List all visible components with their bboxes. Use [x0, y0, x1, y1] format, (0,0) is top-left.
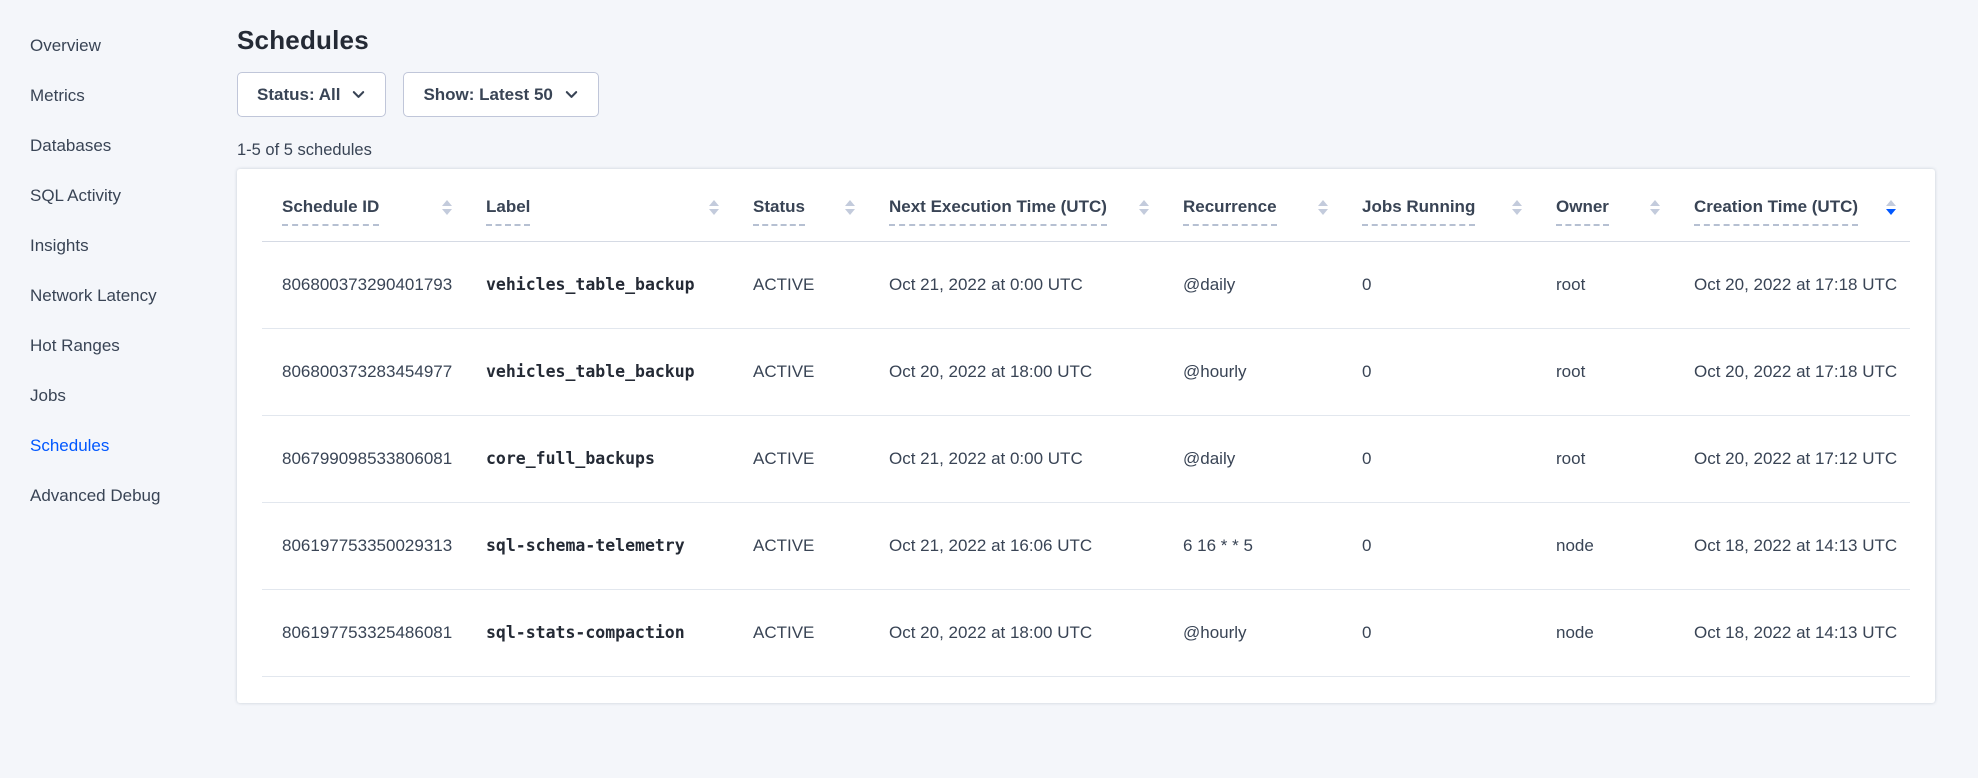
sidebar-item-sql-activity[interactable]: SQL Activity	[0, 171, 237, 221]
sidebar-item-overview[interactable]: Overview	[0, 21, 237, 71]
owner-cell: root	[1536, 241, 1674, 328]
column-header-next-execution-time[interactable]: Next Execution Time (UTC)	[869, 169, 1163, 241]
sidebar-item-advanced-debug[interactable]: Advanced Debug	[0, 471, 237, 521]
sidebar-item-schedules[interactable]: Schedules	[0, 421, 237, 471]
next-execution-cell: Oct 20, 2022 at 18:00 UTC	[869, 589, 1163, 676]
sidebar: Overview Metrics Databases SQL Activity …	[0, 0, 237, 778]
schedule-id-cell: 806799098533806081	[262, 415, 466, 502]
filter-bar: Status: All Show: Latest 50	[237, 72, 1933, 117]
show-filter-label: Show: Latest 50	[423, 85, 552, 105]
column-label: Owner	[1556, 197, 1609, 226]
creation-time-cell: Oct 20, 2022 at 17:18 UTC	[1674, 328, 1910, 415]
schedule-label-cell: vehicles_table_backup	[466, 328, 733, 415]
status-filter-label: Status: All	[257, 85, 340, 105]
show-filter-dropdown[interactable]: Show: Latest 50	[403, 72, 598, 117]
recurrence-cell: 6 16 * * 5	[1163, 502, 1342, 589]
sort-icon-descending	[1886, 200, 1896, 215]
main-content: Schedules Status: All Show: Latest 50 1-…	[237, 0, 1978, 778]
owner-cell: root	[1536, 415, 1674, 502]
table-row: 806197753350029313 sql-schema-telemetry …	[262, 502, 1910, 589]
recurrence-cell: @daily	[1163, 241, 1342, 328]
creation-time-cell: Oct 20, 2022 at 17:12 UTC	[1674, 415, 1910, 502]
table-header-row: Schedule ID Label Status Next Execution …	[262, 169, 1910, 241]
column-label: Status	[753, 197, 805, 226]
sidebar-item-insights[interactable]: Insights	[0, 221, 237, 271]
column-label: Label	[486, 197, 530, 226]
sort-icon	[845, 200, 855, 215]
sidebar-item-jobs[interactable]: Jobs	[0, 371, 237, 421]
sort-icon	[1512, 200, 1522, 215]
column-label: Next Execution Time (UTC)	[889, 197, 1107, 226]
recurrence-cell: @hourly	[1163, 328, 1342, 415]
status-cell: ACTIVE	[733, 502, 869, 589]
chevron-down-icon	[564, 87, 579, 102]
next-execution-cell: Oct 21, 2022 at 16:06 UTC	[869, 502, 1163, 589]
jobs-running-cell: 0	[1342, 589, 1536, 676]
sort-icon	[1318, 200, 1328, 215]
page-title: Schedules	[237, 25, 1933, 56]
sidebar-item-network-latency[interactable]: Network Latency	[0, 271, 237, 321]
column-header-recurrence[interactable]: Recurrence	[1163, 169, 1342, 241]
creation-time-cell: Oct 20, 2022 at 17:18 UTC	[1674, 241, 1910, 328]
creation-time-cell: Oct 18, 2022 at 14:13 UTC	[1674, 502, 1910, 589]
jobs-running-cell: 0	[1342, 328, 1536, 415]
status-cell: ACTIVE	[733, 589, 869, 676]
schedule-label-cell: core_full_backups	[466, 415, 733, 502]
table-row: 806799098533806081 core_full_backups ACT…	[262, 415, 1910, 502]
sidebar-item-databases[interactable]: Databases	[0, 121, 237, 171]
creation-time-cell: Oct 18, 2022 at 14:13 UTC	[1674, 589, 1910, 676]
recurrence-cell: @hourly	[1163, 589, 1342, 676]
column-header-creation-time[interactable]: Creation Time (UTC)	[1674, 169, 1910, 241]
next-execution-cell: Oct 20, 2022 at 18:00 UTC	[869, 328, 1163, 415]
column-label: Schedule ID	[282, 197, 379, 226]
jobs-running-cell: 0	[1342, 241, 1536, 328]
schedule-id-cell: 806800373290401793	[262, 241, 466, 328]
schedules-table-card: Schedule ID Label Status Next Execution …	[237, 169, 1935, 703]
column-header-status[interactable]: Status	[733, 169, 869, 241]
results-count: 1-5 of 5 schedules	[237, 141, 1933, 160]
column-label: Creation Time (UTC)	[1694, 197, 1858, 226]
status-cell: ACTIVE	[733, 328, 869, 415]
column-header-jobs-running[interactable]: Jobs Running	[1342, 169, 1536, 241]
next-execution-cell: Oct 21, 2022 at 0:00 UTC	[869, 415, 1163, 502]
chevron-down-icon	[351, 87, 366, 102]
column-header-owner[interactable]: Owner	[1536, 169, 1674, 241]
sidebar-item-metrics[interactable]: Metrics	[0, 71, 237, 121]
owner-cell: root	[1536, 328, 1674, 415]
sort-icon	[709, 200, 719, 215]
sort-icon	[442, 200, 452, 215]
table-row: 806800373290401793 vehicles_table_backup…	[262, 241, 1910, 328]
jobs-running-cell: 0	[1342, 502, 1536, 589]
sort-icon	[1650, 200, 1660, 215]
sidebar-item-hot-ranges[interactable]: Hot Ranges	[0, 321, 237, 371]
schedules-table: Schedule ID Label Status Next Execution …	[262, 169, 1910, 677]
owner-cell: node	[1536, 589, 1674, 676]
column-header-schedule-id[interactable]: Schedule ID	[262, 169, 466, 241]
status-filter-dropdown[interactable]: Status: All	[237, 72, 386, 117]
column-header-label[interactable]: Label	[466, 169, 733, 241]
status-cell: ACTIVE	[733, 415, 869, 502]
schedule-id-cell: 806197753350029313	[262, 502, 466, 589]
recurrence-cell: @daily	[1163, 415, 1342, 502]
table-row: 806800373283454977 vehicles_table_backup…	[262, 328, 1910, 415]
schedule-label-cell: sql-stats-compaction	[466, 589, 733, 676]
column-label: Jobs Running	[1362, 197, 1475, 226]
next-execution-cell: Oct 21, 2022 at 0:00 UTC	[869, 241, 1163, 328]
schedule-id-cell: 806197753325486081	[262, 589, 466, 676]
table-row: 806197753325486081 sql-stats-compaction …	[262, 589, 1910, 676]
owner-cell: node	[1536, 502, 1674, 589]
column-label: Recurrence	[1183, 197, 1277, 226]
jobs-running-cell: 0	[1342, 415, 1536, 502]
status-cell: ACTIVE	[733, 241, 869, 328]
sort-icon	[1139, 200, 1149, 215]
schedule-label-cell: vehicles_table_backup	[466, 241, 733, 328]
schedule-label-cell: sql-schema-telemetry	[466, 502, 733, 589]
schedule-id-cell: 806800373283454977	[262, 328, 466, 415]
